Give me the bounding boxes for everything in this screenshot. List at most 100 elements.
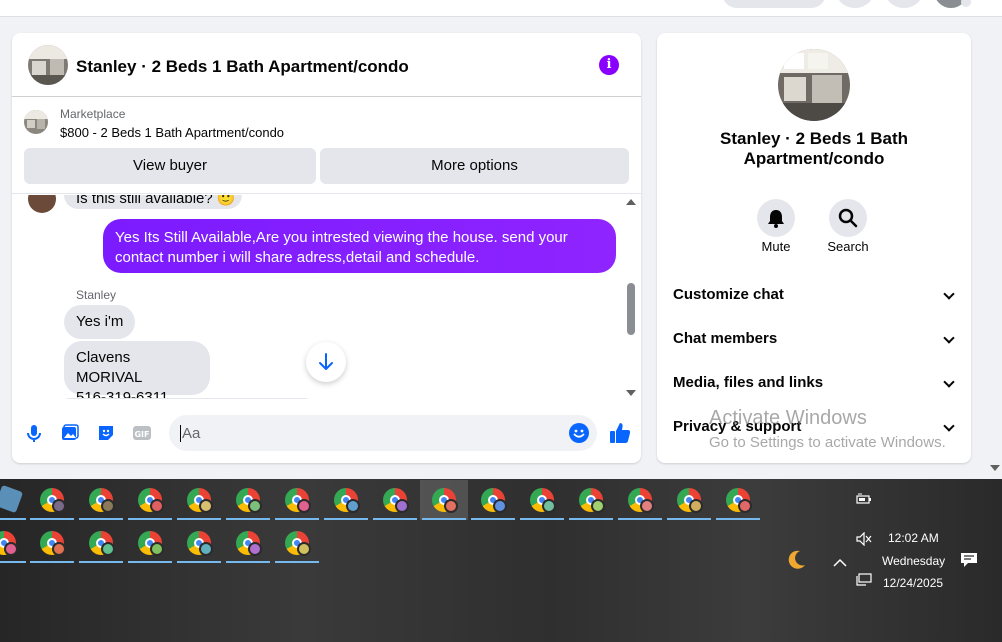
taskbar-chrome-profile[interactable] — [469, 480, 517, 520]
page-scrollbar-down-arrow[interactable] — [990, 465, 1000, 471]
night-light-moon-icon[interactable] — [785, 549, 807, 576]
marketplace-listing-banner: Marketplace $800 - 2 Beds 1 Bath Apartme… — [12, 98, 641, 194]
message-list[interactable]: Is this still available? 🙂 Yes Its Still… — [12, 195, 641, 399]
running-indicator — [373, 518, 417, 520]
message-bubble-outgoing: Yes Its Still Available,Are you intreste… — [103, 219, 616, 273]
taskbar-chrome-profile[interactable] — [126, 523, 174, 563]
row-label: Chat members — [673, 330, 778, 347]
running-indicator — [275, 561, 319, 563]
running-indicator — [569, 518, 613, 520]
taskbar-chrome-profile[interactable] — [273, 480, 321, 520]
taskbar-chrome-profile[interactable] — [567, 480, 615, 520]
customize-chat-row[interactable]: Customize chat — [673, 286, 955, 310]
listing-price-title[interactable]: $800 - 2 Beds 1 Bath Apartment/condo — [60, 125, 284, 140]
taskbar-chrome-profile[interactable] — [77, 480, 125, 520]
message-composer: GIF Aa — [12, 411, 641, 455]
listing-photo[interactable] — [778, 49, 850, 121]
taskbar-clock-time[interactable]: 12:02 AM — [888, 531, 939, 545]
running-indicator — [177, 518, 221, 520]
taskbar-chrome-profile[interactable] — [371, 480, 419, 520]
taskbar-chrome-profile[interactable] — [224, 523, 272, 563]
info-icon[interactable]: i — [599, 55, 619, 75]
profile-badge — [297, 542, 311, 556]
microphone-icon[interactable] — [24, 423, 44, 443]
taskbar-chrome-profile[interactable] — [175, 523, 223, 563]
profile-badge — [101, 542, 115, 556]
taskbar-chrome-profile[interactable] — [224, 480, 272, 520]
profile-badge — [248, 542, 262, 556]
taskbar-chrome-profile[interactable] — [175, 480, 223, 520]
scroll-to-bottom-button[interactable] — [306, 342, 346, 382]
network-icon[interactable] — [856, 573, 872, 592]
taskbar-chrome-profile[interactable] — [714, 480, 762, 520]
chevron-up-icon[interactable] — [833, 555, 847, 573]
taskbar-chrome-profile[interactable] — [77, 523, 125, 563]
taskbar-chrome-profile[interactable] — [28, 523, 76, 563]
profile-badge — [542, 499, 556, 513]
row-label: Customize chat — [673, 286, 784, 303]
taskbar-clock-date[interactable]: 12/24/2025 — [883, 576, 943, 590]
nav-menu-button[interactable] — [836, 0, 874, 8]
scrollbar-up-arrow[interactable] — [626, 199, 636, 205]
chat-members-row[interactable]: Chat members — [673, 330, 955, 354]
profile-badge — [640, 499, 654, 513]
search-button[interactable] — [829, 199, 867, 237]
profile-badge — [297, 499, 311, 513]
gif-icon[interactable]: GIF — [132, 423, 152, 443]
profile-badge — [738, 499, 752, 513]
buyer-avatar[interactable] — [28, 195, 56, 213]
taskbar-app-icon[interactable] — [0, 480, 28, 520]
chat-header: Stanley · 2 Beds 1 Bath Apartment/condo … — [12, 33, 641, 97]
mute-label: Mute — [761, 239, 791, 254]
profile-badge — [4, 542, 18, 556]
nav-notifications-button[interactable] — [885, 0, 923, 8]
taskbar-chrome-profile[interactable] — [322, 480, 370, 520]
action-center-notification-icon[interactable] — [960, 552, 978, 573]
taskbar-chrome-profile-active[interactable] — [420, 480, 468, 520]
taskbar-chrome-profile[interactable] — [665, 480, 713, 520]
emoji-icon[interactable] — [569, 423, 589, 443]
profile-badge — [346, 499, 360, 513]
running-indicator — [177, 561, 221, 563]
like-thumbs-up-icon[interactable] — [608, 421, 632, 445]
scrollbar-down-arrow[interactable] — [626, 390, 636, 396]
view-buyer-button[interactable]: View buyer — [24, 148, 316, 184]
profile-badge — [248, 499, 262, 513]
running-indicator — [324, 518, 368, 520]
chevron-down-icon — [943, 376, 955, 388]
sticker-icon[interactable] — [96, 423, 116, 443]
taskbar-chrome-profile[interactable] — [126, 480, 174, 520]
media-files-links-row[interactable]: Media, files and links — [673, 374, 955, 398]
chevron-down-icon — [943, 332, 955, 344]
profile-badge — [52, 542, 66, 556]
watermark-subtitle: Go to Settings to activate Windows. — [709, 434, 946, 451]
scrollbar-thumb[interactable] — [627, 283, 635, 335]
volume-muted-icon[interactable] — [856, 531, 872, 551]
chat-title[interactable]: Stanley · 2 Beds 1 Bath Apartment/condo — [76, 57, 409, 77]
more-options-button[interactable]: More options — [320, 148, 629, 184]
chevron-down-icon — [943, 288, 955, 300]
profile-badge — [52, 499, 66, 513]
battery-icon[interactable] — [856, 492, 872, 510]
running-indicator — [618, 518, 662, 520]
taskbar-chrome-profile[interactable] — [518, 480, 566, 520]
running-indicator — [667, 518, 711, 520]
taskbar-chrome-profile[interactable] — [28, 480, 76, 520]
taskbar-chrome-profile[interactable] — [273, 523, 321, 563]
photo-icon[interactable] — [60, 423, 80, 443]
taskbar-chrome-profile[interactable] — [616, 480, 664, 520]
running-indicator — [30, 561, 74, 563]
mute-button[interactable] — [757, 199, 795, 237]
listing-thumbnail[interactable] — [28, 45, 68, 85]
profile-badge — [150, 542, 164, 556]
taskbar-chrome-profile[interactable] — [0, 523, 28, 563]
row-label: Media, files and links — [673, 374, 824, 391]
taskbar-clock-day[interactable]: Wednesday — [882, 554, 945, 568]
chevron-down-icon[interactable] — [961, 0, 971, 7]
message-input[interactable]: Aa — [169, 415, 597, 451]
profile-badge — [395, 499, 409, 513]
running-indicator — [471, 518, 515, 520]
running-indicator — [30, 518, 74, 520]
nav-pill-button[interactable] — [722, 0, 826, 8]
listing-small-thumbnail[interactable] — [24, 110, 48, 134]
